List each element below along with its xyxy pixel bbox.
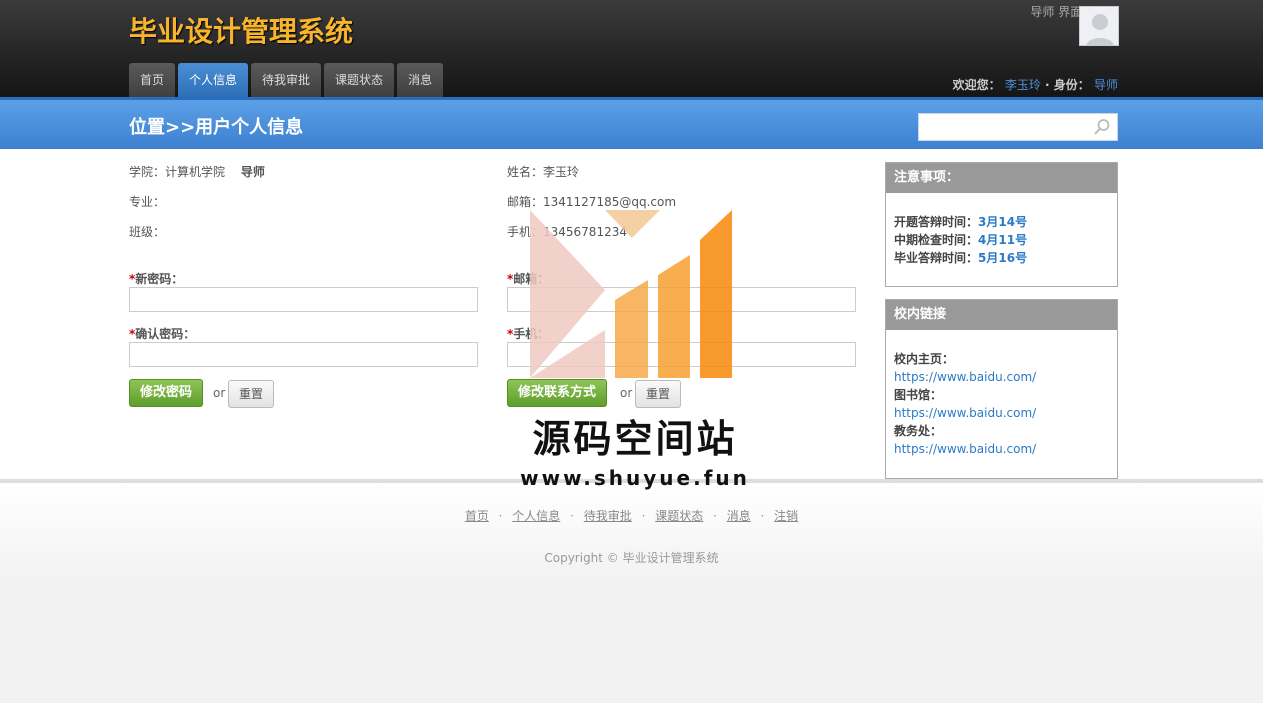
search-icon[interactable] [1093, 118, 1111, 136]
email-info: 邮箱：1341127185@qq.com [507, 195, 677, 209]
location-band: 位置>>用户个人信息 [0, 97, 1263, 149]
new-password-field[interactable] [129, 287, 478, 312]
reset-password-button[interactable]: 重置 [228, 380, 275, 408]
major-info: 专业： [129, 195, 166, 209]
user-avatar-icon [1080, 7, 1118, 45]
phone-info: 手机：13456781234 [507, 225, 627, 239]
footer-link-messages[interactable]: 消息 [727, 509, 751, 523]
links-body: 校内主页： https://www.baidu.com/ 图书馆： https:… [886, 330, 1117, 468]
notice-title: 注意事项： [886, 163, 1117, 193]
confirm-password-label-text: 确认密码： [135, 327, 196, 341]
phone-label-text: 手机： [513, 327, 550, 341]
change-contact-button[interactable]: 修改联系方式 [507, 379, 608, 407]
username[interactable]: 李玉玲 [1005, 78, 1041, 92]
tab-home[interactable]: 首页 [129, 63, 176, 97]
email-field-label: *邮箱： [507, 270, 549, 287]
notice-label: 开题答辩时间： [894, 215, 979, 229]
confirm-password-label: *确认密码： [129, 325, 195, 342]
class-info: 班级： [129, 225, 166, 239]
role-text: 导师 [1030, 5, 1055, 19]
link-label: 校内主页： [894, 352, 955, 366]
tab-approvals[interactable]: 待我审批 [251, 63, 322, 97]
search-box[interactable] [918, 113, 1118, 141]
notice-item: 开题答辩时间：3月14号 [894, 213, 1109, 231]
link-homepage[interactable]: https://www.baidu.com/ [894, 370, 1036, 384]
welcome-bar: 欢迎您： 李玉玲 · 身份： 导师 [953, 76, 1118, 93]
email-label-text: 邮箱： [513, 272, 550, 286]
notice-label: 毕业答辩时间： [894, 251, 979, 265]
tab-profile[interactable]: 个人信息 [178, 63, 249, 97]
footer-link-topic-status[interactable]: 课题状态 [655, 509, 703, 523]
name-info: 姓名：李玉玲 [507, 165, 580, 179]
avatar[interactable] [1079, 6, 1119, 46]
tab-topic-status[interactable]: 课题状态 [324, 63, 395, 97]
notice-item: 毕业答辩时间：5月16号 [894, 249, 1109, 267]
notice-label: 中期检查时间： [894, 233, 979, 247]
footer-link-profile[interactable]: 个人信息 [512, 509, 560, 523]
notice-value: 3月14号 [978, 215, 1028, 229]
or-text: or [620, 386, 633, 400]
site-title: 毕业设计管理系统 [129, 15, 354, 48]
footer-nav: 首页 · 个人信息 · 待我审批 · 课题状态 · 消息 · 注销 [464, 509, 799, 523]
email-field[interactable] [507, 287, 856, 312]
identity-value[interactable]: 导师 [1094, 78, 1118, 92]
links-title: 校内链接 [886, 300, 1117, 330]
change-password-button[interactable]: 修改密码 [129, 379, 204, 407]
footer-link-approvals[interactable]: 待我审批 [584, 509, 632, 523]
footer-link-logout[interactable]: 注销 [774, 509, 798, 523]
link-label: 教务处： [894, 424, 943, 438]
link-label: 图书馆： [894, 388, 943, 402]
college-text: 学院：计算机学院 [129, 165, 226, 179]
new-password-label: *新密码： [129, 270, 183, 287]
role-text: 导师 [240, 165, 265, 179]
reset-contact-button[interactable]: 重置 [635, 380, 682, 408]
notice-box: 注意事项： 开题答辩时间：3月14号 中期检查时间：4月11号 毕业答辩时间：5… [885, 162, 1118, 287]
link-academic-office[interactable]: https://www.baidu.com/ [894, 442, 1036, 456]
link-library[interactable]: https://www.baidu.com/ [894, 406, 1036, 420]
or-text: or [213, 386, 226, 400]
new-password-label-text: 新密码： [135, 272, 184, 286]
notice-value: 5月16号 [978, 251, 1028, 265]
page-title: 位置>>用户个人信息 [129, 117, 304, 138]
identity-label: · 身份： [1045, 78, 1090, 92]
footer: 首页 · 个人信息 · 待我审批 · 课题状态 · 消息 · 注销 Copyri… [0, 479, 1263, 703]
notice-item: 中期检查时间：4月11号 [894, 231, 1109, 249]
header: 毕业设计管理系统 导师 界面 | 注销 首页 个人信息 待我审批 课题状态 消息… [0, 0, 1263, 97]
notice-body: 开题答辩时间：3月14号 中期检查时间：4月11号 毕业答辩时间：5月16号 [886, 193, 1117, 277]
notice-value: 4月11号 [978, 233, 1028, 247]
phone-field-label: *手机： [507, 325, 549, 342]
college-info: 学院：计算机学院 导师 [129, 163, 265, 180]
main-nav: 首页 个人信息 待我审批 课题状态 消息 [129, 63, 446, 97]
phone-field[interactable] [507, 342, 856, 367]
copyright: Copyright © 毕业设计管理系统 [544, 551, 719, 565]
welcome-label: 欢迎您： [952, 78, 1001, 92]
confirm-password-field[interactable] [129, 342, 478, 367]
footer-link-home[interactable]: 首页 [465, 509, 489, 523]
links-box: 校内链接 校内主页： https://www.baidu.com/ 图书馆： h… [885, 299, 1118, 479]
tab-messages[interactable]: 消息 [397, 63, 444, 97]
